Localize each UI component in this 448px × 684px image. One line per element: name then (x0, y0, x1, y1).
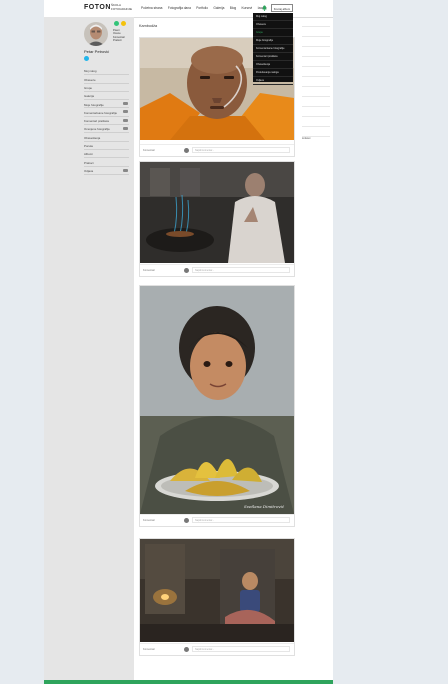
page: FOTON ŠKOLA FOTOGRAFIJE Početna strana F… (44, 0, 333, 684)
nav-item-portfolio[interactable]: Portfolio (196, 6, 208, 10)
nav-item-blog[interactable]: Blog (230, 6, 236, 10)
sidebar-item-notifications[interactable]: Obaveštenja (84, 133, 129, 142)
dropdown-item-notifications[interactable]: Obaveštenja (253, 61, 293, 69)
right-column-row (302, 27, 330, 37)
sidebar-item-groups[interactable]: Grupe (84, 84, 129, 92)
commenter-avatar-icon (184, 517, 189, 523)
photo-child-fire[interactable] (140, 539, 294, 642)
child-photo-image (140, 286, 294, 514)
count-badge (123, 127, 128, 131)
right-column-row (302, 117, 330, 127)
notification-bell-icon[interactable] (262, 5, 267, 11)
comments-link[interactable]: Komentari (143, 648, 155, 651)
status-green-icon (114, 21, 119, 26)
sidebar-item-account[interactable]: Moj nalog (84, 67, 129, 76)
status-yellow-icon (121, 21, 126, 26)
photo-watermark: Svetlana Dimitrović (244, 504, 285, 509)
sidebar-menu: Moj nalog Obaveze Grupe Galerija Moje fo… (84, 67, 129, 175)
sidebar-item-my-photos[interactable]: Moje fotografije (84, 100, 129, 109)
nav-item-gallery[interactable]: Galerija (213, 6, 224, 10)
page-title: Kambodža (139, 24, 158, 28)
commenter-avatar-icon (184, 147, 189, 153)
right-column-row (302, 77, 330, 87)
account-dropdown: Moj nalog Obaveze Grupe Moje fotografije… (253, 13, 293, 85)
links-label[interactable]: Linkovi (302, 137, 310, 140)
comments-link[interactable]: Komentari (143, 269, 155, 272)
card-footer: Komentari Napiši komentar... (140, 144, 294, 156)
right-column-row (302, 97, 330, 107)
dropdown-item-logout[interactable]: Odjava (253, 77, 293, 85)
online-status-icon (84, 56, 89, 61)
count-badge (123, 168, 128, 172)
site-logo[interactable]: FOTON (84, 4, 111, 11)
count-badge (123, 110, 128, 114)
sidebar-item-followers[interactable]: Pratioci (84, 158, 129, 167)
create-album-button[interactable]: Kreiraj album (271, 4, 293, 12)
dropdown-item-settings[interactable]: Podešavanja naloga (253, 69, 293, 77)
comments-link[interactable]: Komentari (143, 519, 155, 522)
fire-photo-image (140, 539, 294, 642)
right-column-row (302, 107, 330, 117)
dropdown-item-obligations[interactable]: Obaveze (253, 21, 293, 29)
stat-followers: Pratioci (113, 39, 122, 43)
photo-card: Komentari Napiši komentar... (139, 538, 295, 656)
comment-input[interactable]: Napiši komentar... (192, 646, 290, 652)
comments-link[interactable]: Komentari (143, 149, 155, 152)
right-column-row (302, 47, 330, 57)
sidebar-item-commented-photos[interactable]: Komentarisane fotografije (84, 108, 129, 117)
sidebar-item-obligations[interactable]: Obaveze (84, 75, 129, 84)
count-badge (123, 118, 128, 122)
photo-card: Svetlana Dimitrović Komentari Napiši kom… (139, 285, 295, 527)
right-column-row (302, 127, 330, 137)
nav-item-home[interactable]: Početna strana (141, 6, 162, 10)
dropdown-item-account[interactable]: Moj nalog (253, 13, 293, 21)
avatar[interactable] (84, 22, 108, 46)
sidebar-item-messages[interactable]: Poruke (84, 142, 129, 150)
dropdown-item-follower-comments[interactable]: Komentari pratilaca (253, 53, 293, 61)
sidebar-item-albums[interactable]: Albumi (84, 150, 129, 159)
photo-child-bananas[interactable]: Svetlana Dimitrović (140, 286, 294, 514)
sidebar: Poeni Ocene Komentari Pratioci Petar Pet… (44, 17, 134, 684)
commenter-avatar-icon (184, 646, 189, 652)
footer-bar (44, 680, 333, 684)
dropdown-item-commented-photos[interactable]: Komentarisane fotografije (253, 45, 293, 53)
sidebar-item-rated-photos[interactable]: Ocenjene fotografije (84, 125, 129, 134)
user-avatar-icon (84, 22, 108, 46)
user-stats: Poeni Ocene Komentari Pratioci (113, 29, 133, 43)
count-badge (123, 102, 128, 106)
right-column-row (302, 87, 330, 97)
comment-input[interactable]: Napiši komentar... (192, 517, 290, 523)
nav-item-courses[interactable]: Kursevi (242, 6, 253, 10)
nav-item-photo-of-day[interactable]: Fotografija dana (168, 6, 191, 10)
right-column-row (302, 37, 330, 47)
right-column-row (302, 17, 330, 27)
photo-praying-elder[interactable] (140, 162, 294, 263)
commenter-avatar-icon (184, 267, 189, 273)
card-footer: Komentari Napiši komentar... (140, 643, 294, 655)
sidebar-item-gallery[interactable]: Galerija (84, 92, 129, 101)
comment-input[interactable]: Napiši komentar... (192, 147, 290, 153)
praying-photo-image (140, 162, 294, 263)
sidebar-item-logout[interactable]: Odjava (84, 167, 129, 175)
sidebar-item-follower-comments[interactable]: Komentari pratilaca (84, 117, 129, 126)
right-column-row (302, 57, 330, 67)
dropdown-item-groups[interactable]: Grupe (253, 29, 293, 37)
card-footer: Komentari Napiši komentar... (140, 264, 294, 276)
photo-card: Komentari Napiši komentar... (139, 161, 295, 277)
dropdown-item-my-photos[interactable]: Moje fotografije (253, 37, 293, 45)
user-name[interactable]: Petar Petrović (84, 49, 109, 54)
card-footer: Komentari Napiši komentar... (140, 514, 294, 526)
right-column-row (302, 67, 330, 77)
comment-input[interactable]: Napiši komentar... (192, 267, 290, 273)
right-column (302, 17, 330, 137)
site-logo-subtitle: ŠKOLA FOTOGRAFIJE (111, 3, 132, 11)
main-nav: Početna strana Fotografija dana Portfoli… (141, 6, 271, 10)
